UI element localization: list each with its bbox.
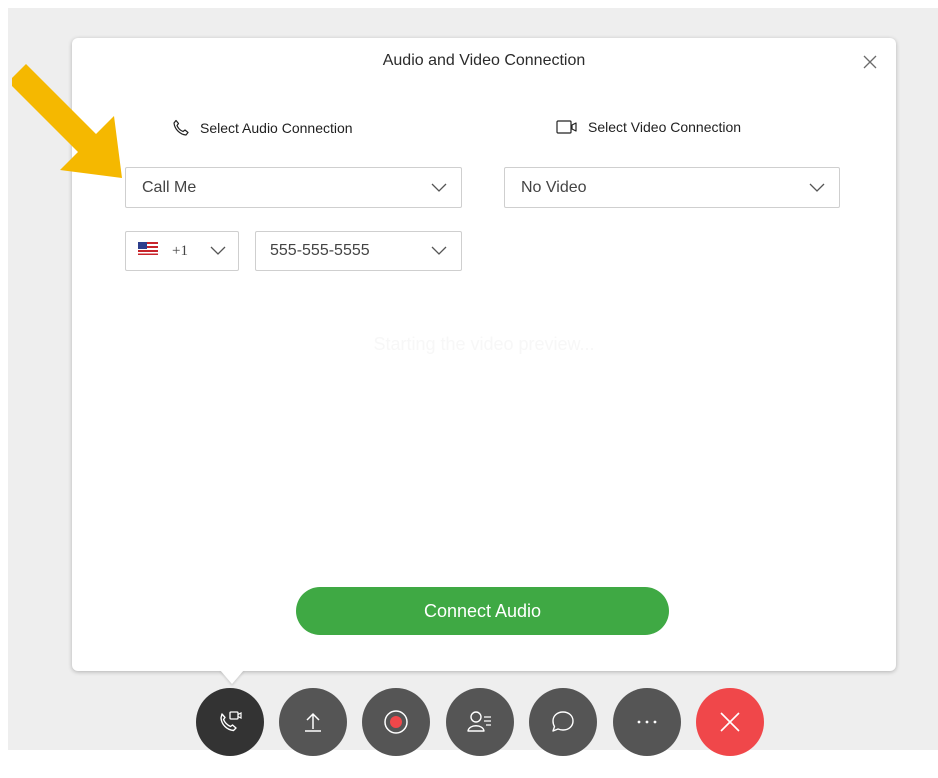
phone-icon <box>172 119 190 137</box>
us-flag-icon <box>138 242 158 260</box>
connect-audio-button[interactable]: Connect Audio <box>296 587 669 635</box>
close-icon <box>717 709 743 735</box>
country-code-select[interactable]: +1 <box>125 231 239 271</box>
chat-button[interactable] <box>529 688 597 756</box>
share-upload-icon <box>301 710 325 734</box>
audio-video-button[interactable] <box>196 688 264 756</box>
participants-button[interactable] <box>446 688 514 756</box>
phone-number-select[interactable]: 555-555-5555 <box>255 231 462 271</box>
share-button[interactable] <box>279 688 347 756</box>
video-section-label: Select Video Connection <box>556 119 741 135</box>
chevron-down-icon <box>210 246 226 256</box>
close-icon[interactable] <box>860 52 880 72</box>
participants-icon <box>467 710 493 734</box>
more-options-icon <box>635 719 659 725</box>
video-preview-placeholder: Starting the video preview... <box>373 334 595 354</box>
arrow-pointer-icon <box>8 62 130 182</box>
chevron-down-icon <box>809 183 825 193</box>
video-camera-icon <box>556 119 578 135</box>
video-section-text: Select Video Connection <box>588 119 742 135</box>
dialog-title: Audio and Video Connection <box>382 52 586 69</box>
audio-section-text: Select Audio Connection <box>200 120 353 136</box>
video-connection-value: No Video <box>521 178 587 196</box>
audio-connection-value: Call Me <box>142 178 197 196</box>
record-icon <box>383 709 409 735</box>
chat-bubble-icon <box>550 709 576 735</box>
video-connection-select[interactable]: No Video <box>504 167 840 208</box>
more-button[interactable] <box>613 688 681 756</box>
chevron-down-icon <box>431 183 447 193</box>
record-button[interactable] <box>362 688 430 756</box>
leave-button[interactable] <box>696 688 764 756</box>
country-code-value: +1 <box>172 242 188 259</box>
chevron-down-icon <box>431 246 447 256</box>
audio-section-label: Select Audio Connection <box>172 119 353 137</box>
phone-video-icon <box>217 709 243 735</box>
audio-video-dialog: Audio and Video Connection Select Audio … <box>72 38 896 671</box>
audio-connection-select[interactable]: Call Me <box>125 167 462 208</box>
phone-number-value: 555-555-5555 <box>270 242 370 259</box>
dialog-pointer <box>220 670 244 684</box>
